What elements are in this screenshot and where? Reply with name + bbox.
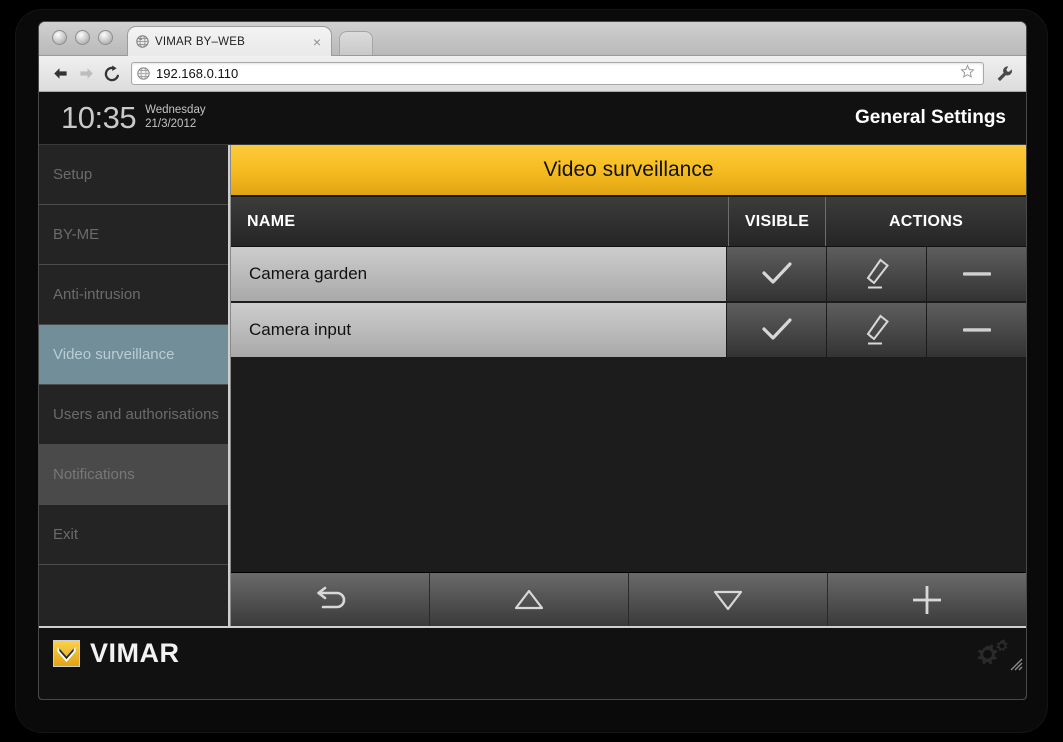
clock: 10:35 Wednesday 21/3/2012 bbox=[61, 100, 206, 136]
close-window-button[interactable] bbox=[52, 30, 67, 45]
window-controls bbox=[52, 30, 113, 45]
check-icon bbox=[761, 318, 792, 340]
pencil-icon bbox=[866, 314, 889, 345]
sidebar-item-users-and-authorisations[interactable]: Users and authorisations bbox=[39, 385, 228, 445]
back-arrow-icon[interactable] bbox=[47, 61, 73, 87]
check-icon bbox=[761, 262, 792, 284]
edit-button[interactable] bbox=[826, 303, 926, 357]
triangle-down-icon bbox=[713, 590, 743, 610]
back-button[interactable] bbox=[231, 573, 430, 626]
table-header-row: NAME VISIBLE ACTIONS bbox=[231, 197, 1026, 247]
column-header-name: NAME bbox=[247, 212, 296, 230]
pencil-icon bbox=[866, 258, 889, 289]
star-icon[interactable] bbox=[960, 63, 975, 84]
minus-icon bbox=[962, 328, 991, 332]
browser-tab[interactable]: VIMAR BY–WEB × bbox=[127, 26, 332, 56]
bottom-toolbar bbox=[231, 572, 1026, 626]
sidebar-item-label: Anti-intrusion bbox=[53, 285, 141, 303]
app-footer: VIMAR bbox=[39, 626, 1026, 678]
page-title: General Settings bbox=[855, 107, 1006, 128]
add-button[interactable] bbox=[828, 573, 1026, 626]
content-panel: Video surveillance NAME VISIBLE ACTIONS … bbox=[230, 145, 1026, 626]
table-empty-area bbox=[231, 359, 1026, 572]
sidebar-item-label: Notifications bbox=[53, 465, 135, 483]
page-viewport: 10:35 Wednesday 21/3/2012 General Settin… bbox=[39, 92, 1026, 699]
address-bar[interactable]: 192.168.0.110 bbox=[131, 62, 984, 85]
visible-toggle[interactable] bbox=[726, 303, 826, 357]
gears-icon[interactable] bbox=[972, 638, 1010, 668]
sidebar-item-exit[interactable]: Exit bbox=[39, 505, 228, 565]
sidebar-item-label: BY-ME bbox=[53, 225, 100, 243]
triangle-up-icon bbox=[514, 589, 544, 609]
app-header: 10:35 Wednesday 21/3/2012 General Settin… bbox=[39, 92, 1026, 145]
edit-button[interactable] bbox=[826, 247, 926, 301]
brand-name: VIMAR bbox=[90, 637, 180, 668]
browser-window: VIMAR BY–WEB × 192.168.0.110 10:35 Wedne… bbox=[38, 21, 1027, 700]
clock-datestring: 21/3/2012 bbox=[145, 117, 197, 130]
column-header-actions: ACTIONS bbox=[825, 197, 1026, 246]
sidebar-filler bbox=[39, 565, 228, 626]
url-text[interactable]: 192.168.0.110 bbox=[156, 66, 960, 81]
new-tab-button[interactable] bbox=[339, 31, 373, 55]
maximize-window-button[interactable] bbox=[98, 30, 113, 45]
back-curved-arrow-icon bbox=[317, 586, 346, 608]
browser-tabstrip: VIMAR BY–WEB × bbox=[39, 22, 1026, 56]
column-header-visible: VISIBLE bbox=[728, 197, 825, 246]
sidebar-item-label: Video surveillance bbox=[53, 345, 175, 363]
globe-icon bbox=[137, 67, 150, 80]
sidebar: Setup BY-ME Anti-intrusion Video surveil… bbox=[39, 145, 230, 626]
forward-arrow-icon bbox=[73, 61, 99, 87]
browser-toolbar: 192.168.0.110 bbox=[39, 56, 1026, 92]
visible-toggle[interactable] bbox=[726, 247, 826, 301]
close-icon[interactable]: × bbox=[311, 35, 323, 49]
os-window-frame: VIMAR BY–WEB × 192.168.0.110 10:35 Wedne… bbox=[16, 10, 1047, 732]
clock-weekday: Wednesday bbox=[145, 104, 206, 117]
sidebar-item-by-me[interactable]: BY-ME bbox=[39, 205, 228, 265]
content-title: Video surveillance bbox=[231, 145, 1026, 197]
resize-grip-icon[interactable] bbox=[1007, 655, 1023, 676]
app-body: Setup BY-ME Anti-intrusion Video surveil… bbox=[39, 145, 1026, 626]
wrench-icon[interactable] bbox=[992, 61, 1018, 87]
clock-date: Wednesday 21/3/2012 bbox=[145, 104, 206, 130]
sidebar-item-label: Setup bbox=[53, 165, 93, 183]
sidebar-item-notifications[interactable]: Notifications bbox=[39, 445, 228, 505]
delete-button[interactable] bbox=[926, 303, 1026, 357]
sidebar-item-setup[interactable]: Setup bbox=[39, 145, 228, 205]
globe-icon bbox=[136, 35, 149, 48]
sidebar-item-video-surveillance[interactable]: Video surveillance bbox=[39, 325, 228, 385]
brand-logo: VIMAR bbox=[53, 638, 180, 669]
scroll-down-button[interactable] bbox=[629, 573, 828, 626]
camera-name-cell[interactable]: Camera garden bbox=[231, 247, 726, 301]
reload-icon[interactable] bbox=[99, 61, 125, 87]
camera-name-cell[interactable]: Camera input bbox=[231, 303, 726, 357]
clock-time: 10:35 bbox=[61, 100, 137, 136]
tab-title: VIMAR BY–WEB bbox=[155, 35, 245, 48]
sidebar-item-anti-intrusion[interactable]: Anti-intrusion bbox=[39, 265, 228, 325]
sidebar-item-label: Exit bbox=[53, 525, 79, 543]
scroll-up-button[interactable] bbox=[430, 573, 629, 626]
minus-icon bbox=[962, 272, 991, 276]
minimize-window-button[interactable] bbox=[75, 30, 90, 45]
plus-icon bbox=[913, 585, 941, 614]
vimar-chevron-logo bbox=[53, 639, 80, 667]
delete-button[interactable] bbox=[926, 247, 1026, 301]
sidebar-item-label: Users and authorisations bbox=[53, 405, 219, 423]
table-row[interactable]: Camera garden bbox=[231, 247, 1026, 303]
table-row[interactable]: Camera input bbox=[231, 303, 1026, 359]
